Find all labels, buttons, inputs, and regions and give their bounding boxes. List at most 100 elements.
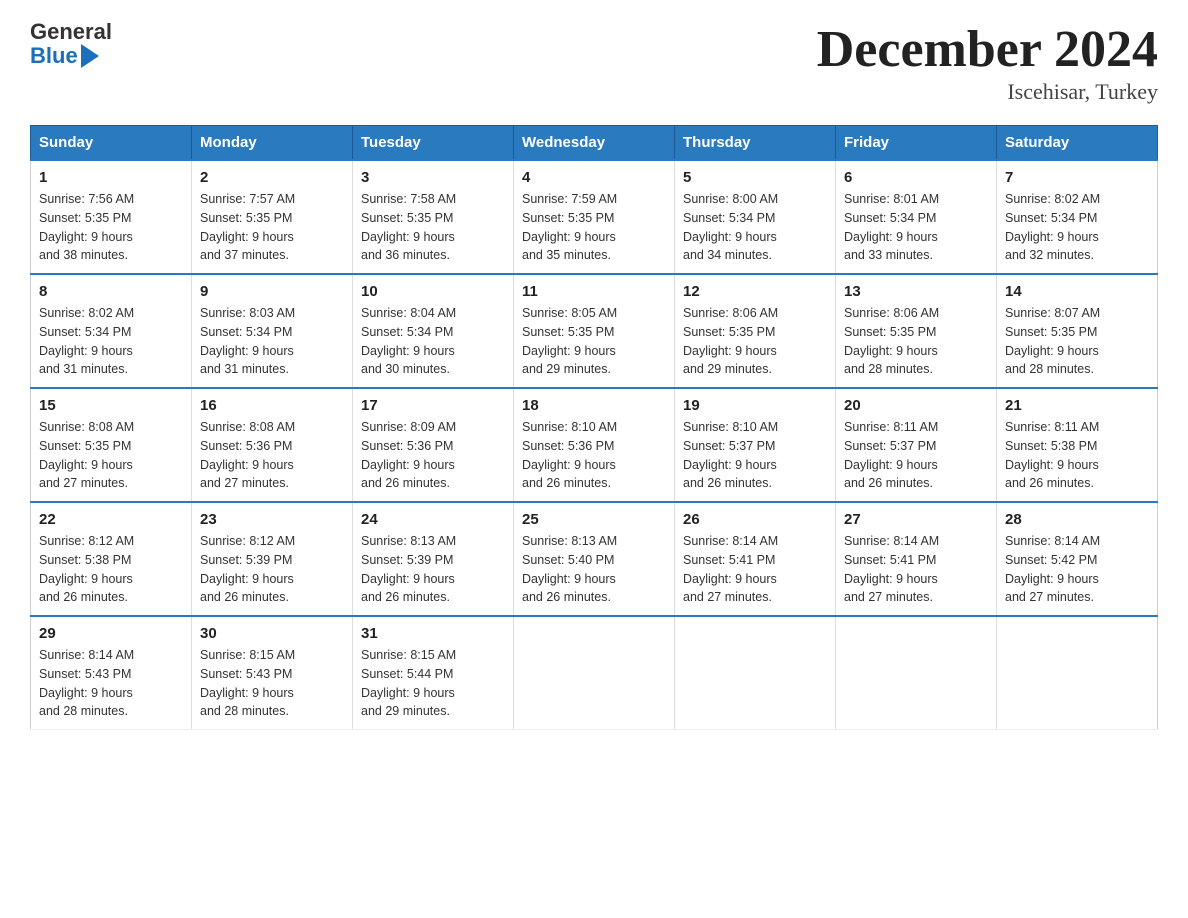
day-info: Sunrise: 7:58 AM Sunset: 5:35 PM Dayligh… bbox=[361, 190, 505, 265]
day-cell: 10 Sunrise: 8:04 AM Sunset: 5:34 PM Dayl… bbox=[353, 274, 514, 388]
day-info: Sunrise: 8:10 AM Sunset: 5:37 PM Dayligh… bbox=[683, 418, 827, 493]
day-cell: 6 Sunrise: 8:01 AM Sunset: 5:34 PM Dayli… bbox=[836, 160, 997, 274]
day-number: 1 bbox=[39, 169, 183, 186]
day-info: Sunrise: 8:12 AM Sunset: 5:39 PM Dayligh… bbox=[200, 532, 344, 607]
day-number: 7 bbox=[1005, 169, 1149, 186]
day-info: Sunrise: 8:14 AM Sunset: 5:42 PM Dayligh… bbox=[1005, 532, 1149, 607]
day-number: 6 bbox=[844, 169, 988, 186]
day-number: 29 bbox=[39, 625, 183, 642]
day-info: Sunrise: 8:02 AM Sunset: 5:34 PM Dayligh… bbox=[1005, 190, 1149, 265]
day-cell: 15 Sunrise: 8:08 AM Sunset: 5:35 PM Dayl… bbox=[31, 388, 192, 502]
day-cell bbox=[997, 616, 1158, 730]
day-info: Sunrise: 8:09 AM Sunset: 5:36 PM Dayligh… bbox=[361, 418, 505, 493]
calendar-header-row: SundayMondayTuesdayWednesdayThursdayFrid… bbox=[31, 126, 1158, 161]
logo: General Blue bbox=[30, 20, 112, 68]
day-cell: 21 Sunrise: 8:11 AM Sunset: 5:38 PM Dayl… bbox=[997, 388, 1158, 502]
header-thursday: Thursday bbox=[675, 126, 836, 161]
day-info: Sunrise: 7:59 AM Sunset: 5:35 PM Dayligh… bbox=[522, 190, 666, 265]
day-number: 10 bbox=[361, 283, 505, 300]
logo-blue-text: Blue bbox=[30, 44, 78, 68]
day-info: Sunrise: 8:14 AM Sunset: 5:41 PM Dayligh… bbox=[683, 532, 827, 607]
logo-general-text: General bbox=[30, 20, 112, 44]
day-number: 5 bbox=[683, 169, 827, 186]
day-number: 21 bbox=[1005, 397, 1149, 414]
header-sunday: Sunday bbox=[31, 126, 192, 161]
day-number: 25 bbox=[522, 511, 666, 528]
calendar-table: SundayMondayTuesdayWednesdayThursdayFrid… bbox=[30, 125, 1158, 730]
day-number: 12 bbox=[683, 283, 827, 300]
day-cell: 19 Sunrise: 8:10 AM Sunset: 5:37 PM Dayl… bbox=[675, 388, 836, 502]
day-info: Sunrise: 7:57 AM Sunset: 5:35 PM Dayligh… bbox=[200, 190, 344, 265]
page-header: General Blue December 2024 Iscehisar, Tu… bbox=[30, 20, 1158, 105]
day-info: Sunrise: 8:14 AM Sunset: 5:43 PM Dayligh… bbox=[39, 646, 183, 721]
title-section: December 2024 Iscehisar, Turkey bbox=[817, 20, 1158, 105]
day-number: 22 bbox=[39, 511, 183, 528]
day-number: 9 bbox=[200, 283, 344, 300]
day-number: 18 bbox=[522, 397, 666, 414]
day-number: 24 bbox=[361, 511, 505, 528]
day-cell: 24 Sunrise: 8:13 AM Sunset: 5:39 PM Dayl… bbox=[353, 502, 514, 616]
day-cell: 9 Sunrise: 8:03 AM Sunset: 5:34 PM Dayli… bbox=[192, 274, 353, 388]
day-info: Sunrise: 8:06 AM Sunset: 5:35 PM Dayligh… bbox=[844, 304, 988, 379]
day-number: 23 bbox=[200, 511, 344, 528]
day-info: Sunrise: 8:01 AM Sunset: 5:34 PM Dayligh… bbox=[844, 190, 988, 265]
day-info: Sunrise: 8:05 AM Sunset: 5:35 PM Dayligh… bbox=[522, 304, 666, 379]
day-info: Sunrise: 8:06 AM Sunset: 5:35 PM Dayligh… bbox=[683, 304, 827, 379]
day-info: Sunrise: 8:15 AM Sunset: 5:44 PM Dayligh… bbox=[361, 646, 505, 721]
day-number: 26 bbox=[683, 511, 827, 528]
day-number: 31 bbox=[361, 625, 505, 642]
day-info: Sunrise: 8:13 AM Sunset: 5:40 PM Dayligh… bbox=[522, 532, 666, 607]
header-wednesday: Wednesday bbox=[514, 126, 675, 161]
day-cell: 20 Sunrise: 8:11 AM Sunset: 5:37 PM Dayl… bbox=[836, 388, 997, 502]
day-cell: 8 Sunrise: 8:02 AM Sunset: 5:34 PM Dayli… bbox=[31, 274, 192, 388]
day-info: Sunrise: 8:03 AM Sunset: 5:34 PM Dayligh… bbox=[200, 304, 344, 379]
day-number: 27 bbox=[844, 511, 988, 528]
week-row-5: 29 Sunrise: 8:14 AM Sunset: 5:43 PM Dayl… bbox=[31, 616, 1158, 730]
day-number: 2 bbox=[200, 169, 344, 186]
day-number: 14 bbox=[1005, 283, 1149, 300]
day-number: 15 bbox=[39, 397, 183, 414]
day-cell: 4 Sunrise: 7:59 AM Sunset: 5:35 PM Dayli… bbox=[514, 160, 675, 274]
day-number: 8 bbox=[39, 283, 183, 300]
header-saturday: Saturday bbox=[997, 126, 1158, 161]
day-cell: 17 Sunrise: 8:09 AM Sunset: 5:36 PM Dayl… bbox=[353, 388, 514, 502]
week-row-3: 15 Sunrise: 8:08 AM Sunset: 5:35 PM Dayl… bbox=[31, 388, 1158, 502]
week-row-4: 22 Sunrise: 8:12 AM Sunset: 5:38 PM Dayl… bbox=[31, 502, 1158, 616]
day-cell bbox=[514, 616, 675, 730]
logo-arrow-icon bbox=[81, 44, 99, 68]
day-cell: 14 Sunrise: 8:07 AM Sunset: 5:35 PM Dayl… bbox=[997, 274, 1158, 388]
day-info: Sunrise: 8:04 AM Sunset: 5:34 PM Dayligh… bbox=[361, 304, 505, 379]
day-cell: 16 Sunrise: 8:08 AM Sunset: 5:36 PM Dayl… bbox=[192, 388, 353, 502]
day-info: Sunrise: 8:15 AM Sunset: 5:43 PM Dayligh… bbox=[200, 646, 344, 721]
day-cell: 12 Sunrise: 8:06 AM Sunset: 5:35 PM Dayl… bbox=[675, 274, 836, 388]
day-info: Sunrise: 8:07 AM Sunset: 5:35 PM Dayligh… bbox=[1005, 304, 1149, 379]
day-info: Sunrise: 8:02 AM Sunset: 5:34 PM Dayligh… bbox=[39, 304, 183, 379]
day-info: Sunrise: 8:14 AM Sunset: 5:41 PM Dayligh… bbox=[844, 532, 988, 607]
day-number: 30 bbox=[200, 625, 344, 642]
day-cell: 1 Sunrise: 7:56 AM Sunset: 5:35 PM Dayli… bbox=[31, 160, 192, 274]
day-cell: 28 Sunrise: 8:14 AM Sunset: 5:42 PM Dayl… bbox=[997, 502, 1158, 616]
week-row-1: 1 Sunrise: 7:56 AM Sunset: 5:35 PM Dayli… bbox=[31, 160, 1158, 274]
day-cell: 5 Sunrise: 8:00 AM Sunset: 5:34 PM Dayli… bbox=[675, 160, 836, 274]
day-cell: 27 Sunrise: 8:14 AM Sunset: 5:41 PM Dayl… bbox=[836, 502, 997, 616]
day-info: Sunrise: 7:56 AM Sunset: 5:35 PM Dayligh… bbox=[39, 190, 183, 265]
day-info: Sunrise: 8:13 AM Sunset: 5:39 PM Dayligh… bbox=[361, 532, 505, 607]
day-number: 17 bbox=[361, 397, 505, 414]
day-cell: 2 Sunrise: 7:57 AM Sunset: 5:35 PM Dayli… bbox=[192, 160, 353, 274]
day-number: 11 bbox=[522, 283, 666, 300]
day-number: 13 bbox=[844, 283, 988, 300]
header-monday: Monday bbox=[192, 126, 353, 161]
day-number: 4 bbox=[522, 169, 666, 186]
day-cell bbox=[836, 616, 997, 730]
day-cell bbox=[675, 616, 836, 730]
day-cell: 3 Sunrise: 7:58 AM Sunset: 5:35 PM Dayli… bbox=[353, 160, 514, 274]
day-cell: 11 Sunrise: 8:05 AM Sunset: 5:35 PM Dayl… bbox=[514, 274, 675, 388]
day-info: Sunrise: 8:00 AM Sunset: 5:34 PM Dayligh… bbox=[683, 190, 827, 265]
day-cell: 25 Sunrise: 8:13 AM Sunset: 5:40 PM Dayl… bbox=[514, 502, 675, 616]
day-cell: 7 Sunrise: 8:02 AM Sunset: 5:34 PM Dayli… bbox=[997, 160, 1158, 274]
day-info: Sunrise: 8:11 AM Sunset: 5:38 PM Dayligh… bbox=[1005, 418, 1149, 493]
month-title: December 2024 bbox=[817, 20, 1158, 79]
day-number: 28 bbox=[1005, 511, 1149, 528]
day-info: Sunrise: 8:11 AM Sunset: 5:37 PM Dayligh… bbox=[844, 418, 988, 493]
header-friday: Friday bbox=[836, 126, 997, 161]
